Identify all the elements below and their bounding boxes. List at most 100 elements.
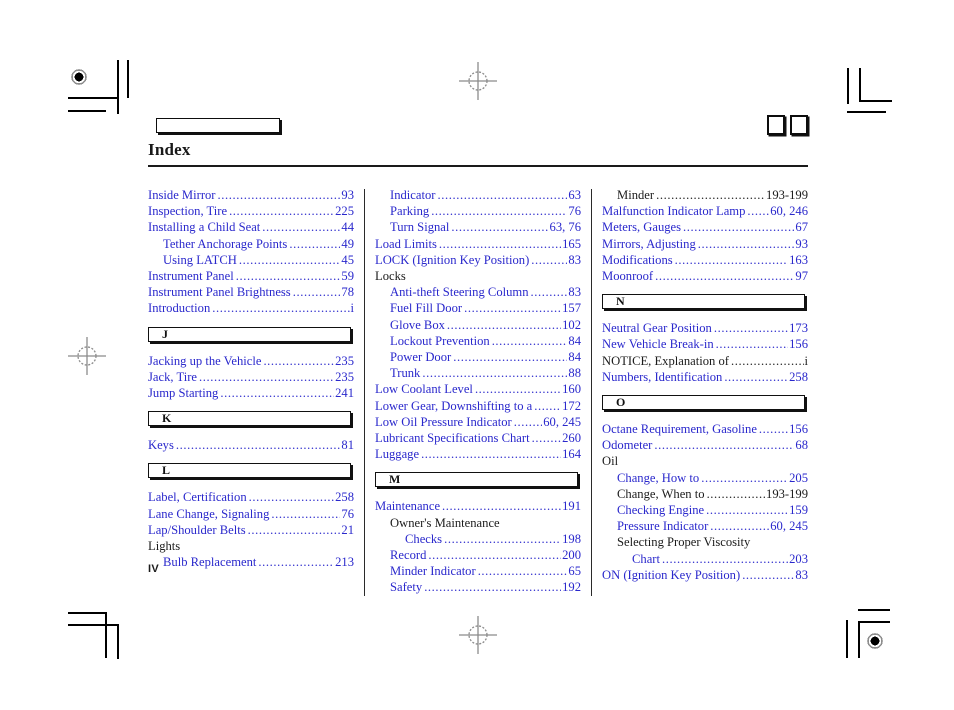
- index-entry[interactable]: Using LATCH.............................…: [148, 252, 354, 268]
- index-entry[interactable]: Odometer................................…: [602, 437, 808, 453]
- index-entry[interactable]: Jack, Tire..............................…: [148, 369, 354, 385]
- index-entry-page: 97: [795, 269, 808, 284]
- index-entry[interactable]: Jump Starting...........................…: [148, 385, 354, 401]
- index-entry[interactable]: Lockout Prevention......................…: [375, 333, 581, 349]
- index-entry[interactable]: Bulb Replacement........................…: [148, 554, 354, 570]
- leader-dots: ........................................…: [217, 188, 341, 202]
- leader-dots: ........................................…: [655, 269, 794, 284]
- index-entry-label: Load Limits: [375, 236, 437, 251]
- index-entry-page: 157: [562, 301, 581, 316]
- leader-dots: ........................................…: [271, 506, 340, 521]
- leader-dots: ........................................…: [247, 522, 341, 537]
- index-entry[interactable]: Low Coolant Level.......................…: [375, 381, 581, 397]
- letter-heading-l: L: [148, 463, 351, 479]
- index-entry[interactable]: Anti-theft Steering Column..............…: [375, 284, 581, 300]
- index-entry-page: 59: [341, 269, 354, 284]
- index-entry-page: 191: [562, 499, 581, 514]
- index-entry-page: 160: [562, 382, 581, 397]
- index-entry[interactable]: Installing a Child Seat.................…: [148, 219, 354, 235]
- index-entry-label: Trunk: [390, 366, 421, 381]
- crop-mark-line: [847, 111, 886, 113]
- index-entry-page: 198: [562, 531, 581, 546]
- index-entry[interactable]: Turn Signal.............................…: [375, 219, 581, 235]
- index-entry-label: Numbers, Identification: [602, 369, 723, 384]
- index-entry-label: New Vehicle Break-in: [602, 337, 714, 352]
- registration-dot-icon: [864, 630, 886, 652]
- index-entry[interactable]: Pressure Indicator......................…: [602, 518, 808, 534]
- corner-tab-marker-2: [790, 115, 808, 135]
- index-entry-page: 258: [789, 369, 808, 384]
- title-divider: [148, 165, 808, 167]
- index-entry[interactable]: Load Limits.............................…: [375, 236, 581, 252]
- index-entry[interactable]: Moonroof................................…: [602, 268, 808, 284]
- index-entry[interactable]: LOCK (Ignition Key Position)............…: [375, 252, 581, 268]
- index-entry[interactable]: Chart...................................…: [602, 551, 808, 567]
- index-entry-page: i: [804, 353, 809, 368]
- leader-dots: ........................................…: [444, 531, 561, 546]
- crop-mark-line: [858, 621, 890, 623]
- column-divider: [581, 187, 602, 596]
- index-entry-label: Introduction: [148, 301, 211, 316]
- index-entry[interactable]: Introduction............................…: [148, 300, 354, 316]
- index-entry[interactable]: Tether Anchorage Points.................…: [148, 236, 354, 252]
- index-entry[interactable]: Lane Change, Signaling..................…: [148, 506, 354, 522]
- index-entry[interactable]: Glove Box...............................…: [375, 317, 581, 333]
- index-entry-label: Chart: [632, 551, 660, 566]
- index-entry[interactable]: Instrument Panel........................…: [148, 268, 354, 284]
- index-entry-page: 83: [568, 285, 581, 300]
- index-entry[interactable]: Minder Indicator........................…: [375, 563, 581, 579]
- index-entry[interactable]: Inside Mirror...........................…: [148, 187, 354, 203]
- index-entry-page: 200: [562, 548, 581, 563]
- index-entry[interactable]: Lower Gear, Downshifting to a...........…: [375, 398, 581, 414]
- index-entry[interactable]: Mirrors, Adjusting......................…: [602, 236, 808, 252]
- index-entry[interactable]: New Vehicle Break-in....................…: [602, 336, 808, 352]
- index-entry[interactable]: Modifications...........................…: [602, 252, 808, 268]
- index-entry[interactable]: Safety..................................…: [375, 579, 581, 595]
- index-entry[interactable]: Jacking up the Vehicle..................…: [148, 353, 354, 369]
- index-entry-label: Luggage: [375, 447, 420, 462]
- index-entry[interactable]: Change, How to..........................…: [602, 470, 808, 486]
- index-entry-page: 60, 245: [770, 519, 808, 534]
- index-entry-label: Safety: [390, 580, 423, 595]
- letter-heading-o: O: [602, 395, 805, 411]
- index-entry[interactable]: Numbers, Identification.................…: [602, 369, 808, 385]
- index-entry[interactable]: Luggage.................................…: [375, 446, 581, 462]
- index-entry[interactable]: Keys....................................…: [148, 437, 354, 453]
- index-entry[interactable]: Maintenance.............................…: [375, 498, 581, 514]
- index-entry[interactable]: Octane Requirement, Gasoline............…: [602, 421, 808, 437]
- index-entry[interactable]: Record..................................…: [375, 547, 581, 563]
- index-entry-page: 225: [335, 204, 354, 219]
- index-entry[interactable]: Low Oil Pressure Indicator..............…: [375, 414, 581, 430]
- index-entry[interactable]: Trunk...................................…: [375, 365, 581, 381]
- index-entry-label: Modifications: [602, 252, 673, 267]
- leader-dots: ........................................…: [431, 204, 568, 219]
- index-entry[interactable]: Indicator...............................…: [375, 187, 581, 203]
- leader-dots: ........................................…: [742, 567, 795, 582]
- index-entry-label: Moonroof: [602, 269, 654, 284]
- index-entry[interactable]: Parking.................................…: [375, 203, 581, 219]
- leader-dots: ........................................…: [534, 398, 561, 413]
- index-entry-page: 213: [335, 555, 354, 570]
- index-entry[interactable]: Lubricant Specifications Chart..........…: [375, 430, 581, 446]
- crop-mark-line: [846, 620, 848, 658]
- index-entry[interactable]: Inspection, Tire........................…: [148, 203, 354, 219]
- leader-dots: ........................................…: [531, 252, 567, 267]
- index-entry[interactable]: Checks..................................…: [375, 531, 581, 547]
- index-entry[interactable]: Checking Engine.........................…: [602, 502, 808, 518]
- index-entry[interactable]: Neutral Gear Position...................…: [602, 320, 808, 336]
- index-entry[interactable]: Malfunction Indicator Lamp..............…: [602, 203, 808, 219]
- index-entry-label: Mirrors, Adjusting: [602, 236, 696, 251]
- index-entry[interactable]: Meters, Gauges..........................…: [602, 219, 808, 235]
- index-entry[interactable]: Instrument Panel Brightness.............…: [148, 284, 354, 300]
- index-entry[interactable]: Lap/Shoulder Belts......................…: [148, 522, 354, 538]
- index-entry-page: 78: [341, 285, 354, 300]
- index-entry[interactable]: Fuel Fill Door..........................…: [375, 300, 581, 316]
- index-column-3: Minder..................................…: [602, 187, 808, 596]
- index-entry[interactable]: Power Door..............................…: [375, 349, 581, 365]
- index-entry[interactable]: Label, Certification....................…: [148, 489, 354, 505]
- index-entry-label: Anti-theft Steering Column: [390, 285, 529, 300]
- index-entry-page: 193-199: [766, 486, 808, 501]
- index-entry-label: Lap/Shoulder Belts: [148, 522, 246, 537]
- index-entry[interactable]: ON (Ignition Key Position)..............…: [602, 567, 808, 583]
- leader-dots: ........................................…: [238, 252, 341, 267]
